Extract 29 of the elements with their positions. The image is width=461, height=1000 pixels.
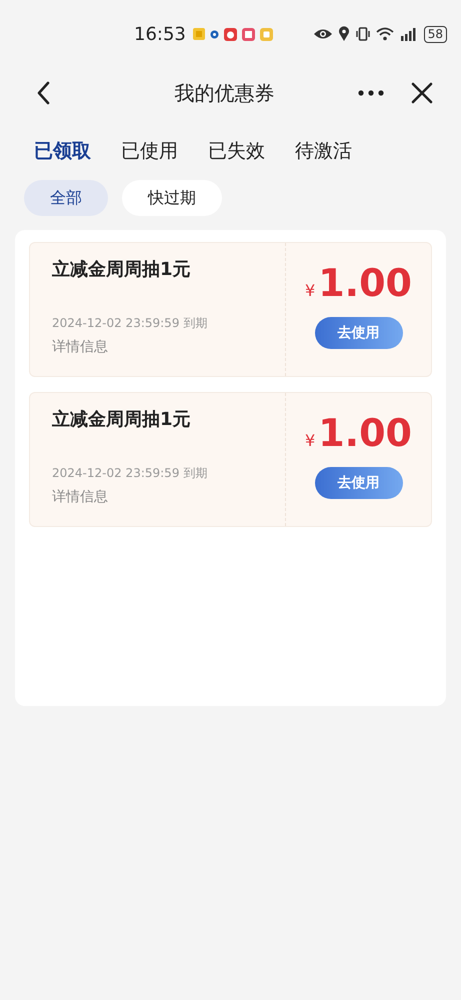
tab[interactable]: 待激活 <box>295 134 352 168</box>
app-notification-icon <box>242 28 255 40</box>
coupon-title: 立减金周周抽1元 <box>52 408 192 431</box>
app-notification-icon <box>210 30 219 38</box>
battery-indicator: 58 <box>424 26 447 42</box>
vibrate-icon <box>354 27 371 41</box>
app-notification-icon <box>192 28 205 40</box>
currency-symbol: ¥ <box>305 281 316 300</box>
coupon-amount: 1.00 <box>318 261 412 305</box>
tab[interactable]: 已使用 <box>121 134 178 168</box>
wifi-icon <box>376 27 394 41</box>
tab[interactable]: 已领取 <box>34 134 91 168</box>
app-notification-icon <box>224 28 237 40</box>
tab[interactable]: 已失效 <box>208 134 265 168</box>
expiry-date: 2024-12-02 23:59:59 到期 <box>52 465 208 482</box>
close-icon[interactable] <box>411 82 433 104</box>
coupon-title: 立减金周周抽1元 <box>52 258 192 281</box>
back-icon[interactable] <box>36 81 52 105</box>
page-title: 我的优惠券 <box>174 80 276 106</box>
coupon-amount: 1.00 <box>318 411 412 455</box>
expiry-date: 2024-12-02 23:59:59 到期 <box>52 315 208 332</box>
eye-icon <box>312 27 333 41</box>
filter-chip[interactable]: 快过期 <box>122 180 222 216</box>
currency-symbol: ¥ <box>305 431 316 450</box>
more-icon[interactable] <box>357 89 385 97</box>
filter-chip[interactable]: 全部 <box>24 180 108 216</box>
location-icon <box>338 26 350 42</box>
app-notification-icon <box>260 28 273 40</box>
status-time: 16:53 <box>134 24 186 44</box>
